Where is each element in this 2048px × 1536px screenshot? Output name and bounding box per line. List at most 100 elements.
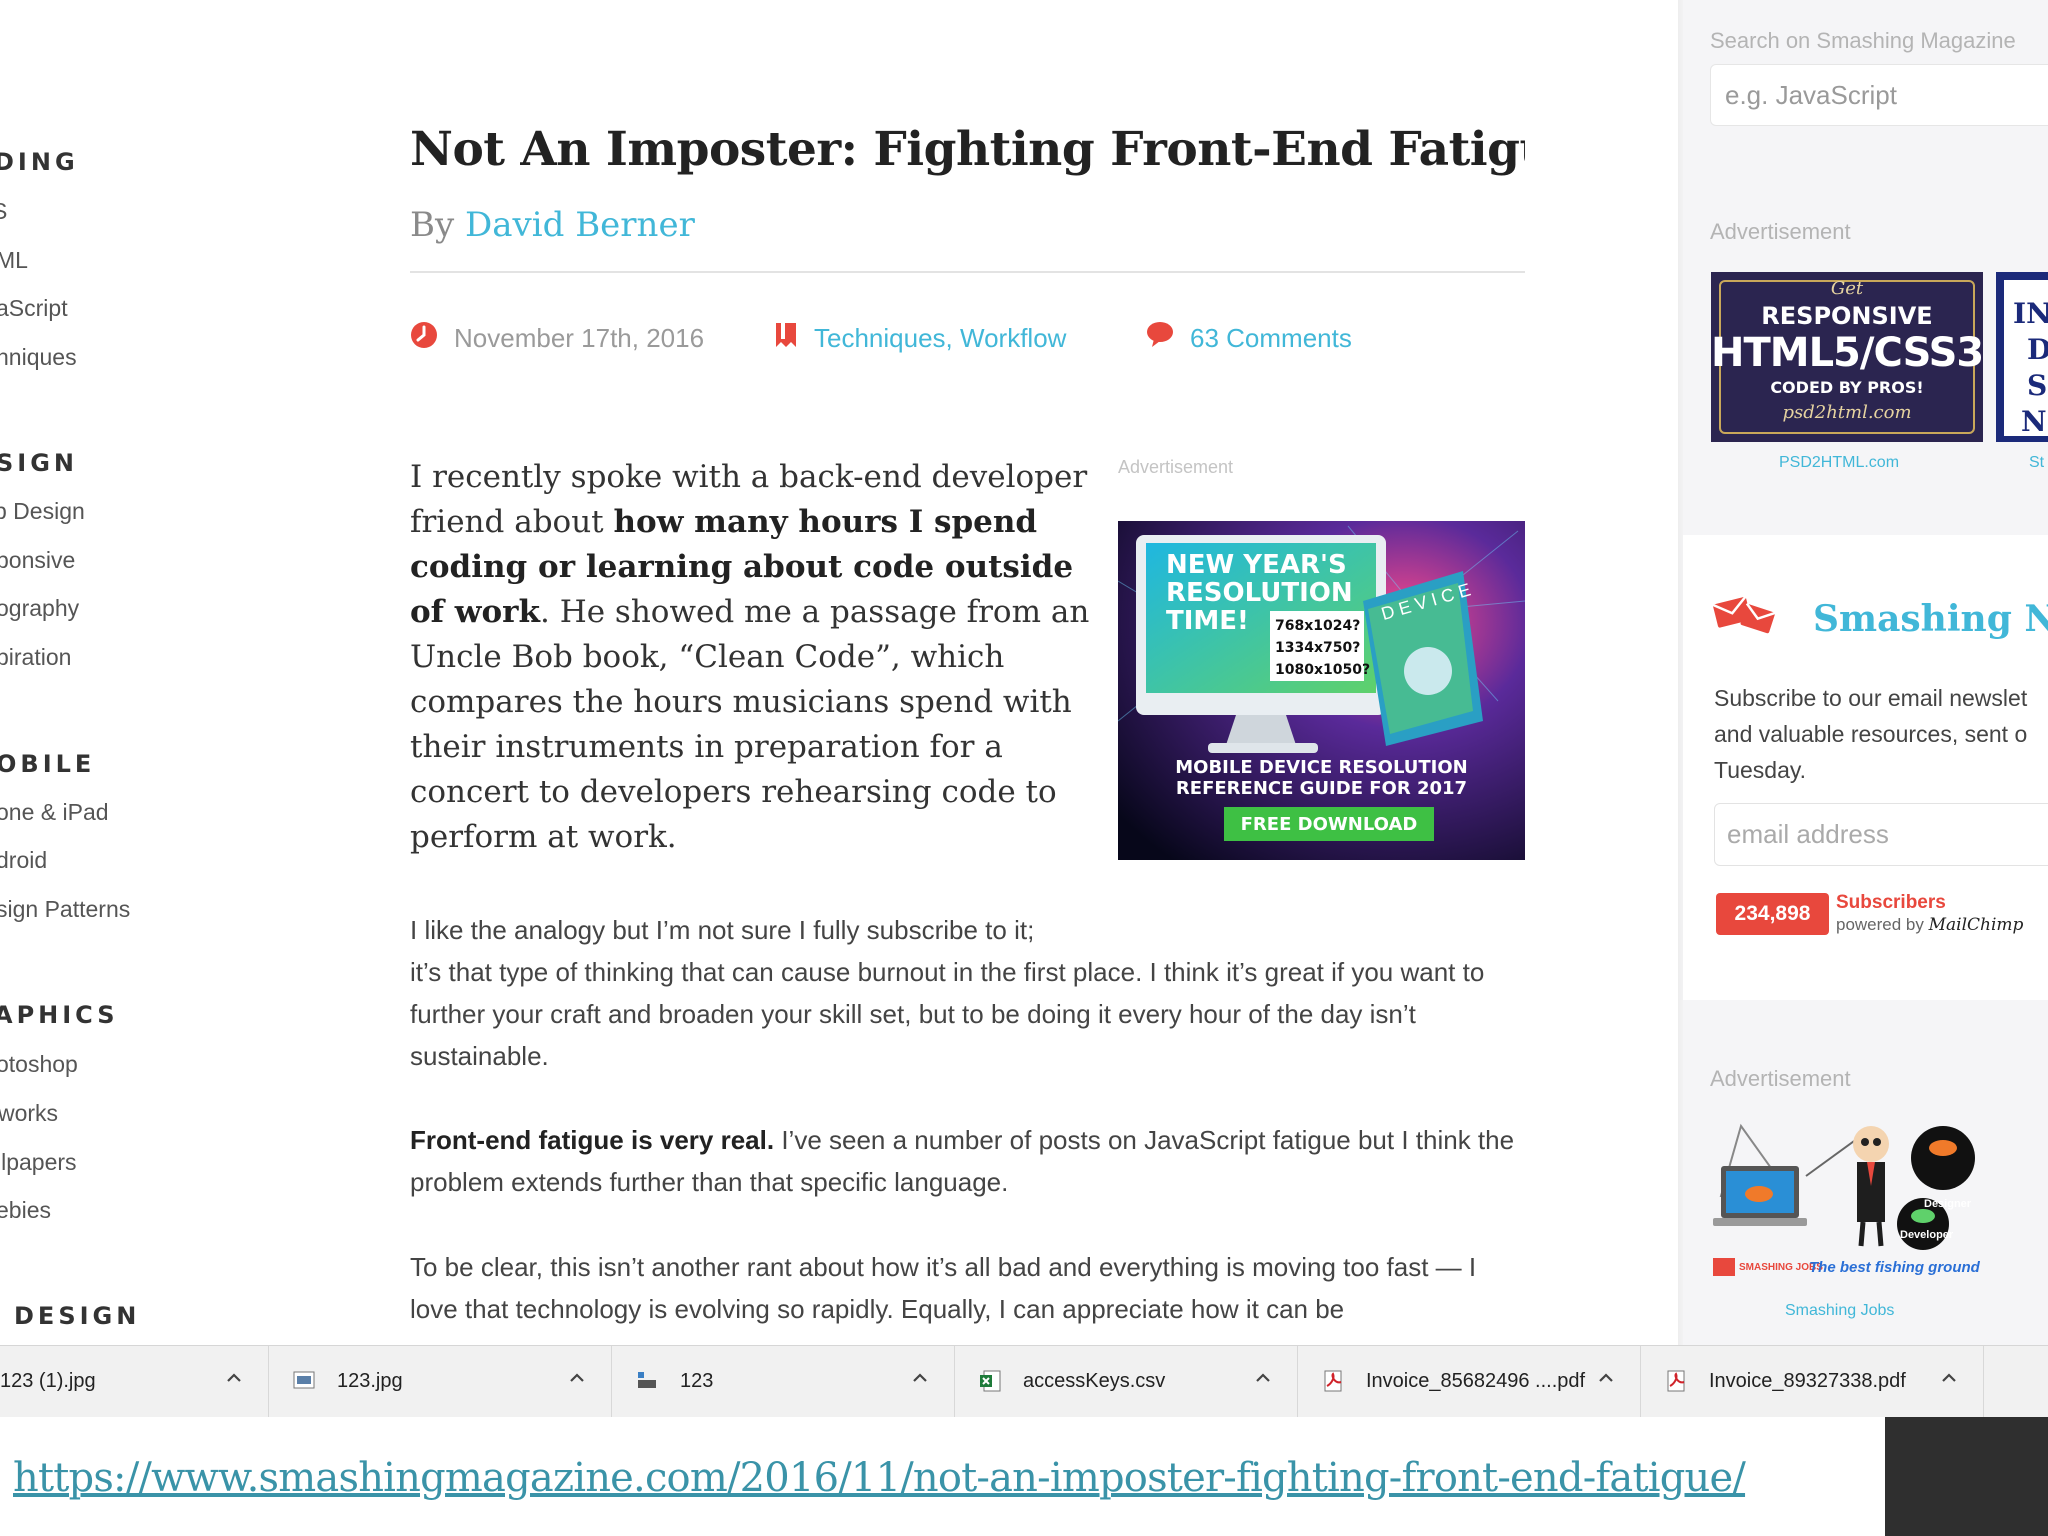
partial-ad-line-4: N: [2021, 405, 2047, 438]
nav-heading-ux-design: DESIGN: [14, 1302, 141, 1330]
download-item[interactable]: Invoice_89327338.pdf: [1641, 1346, 1984, 1418]
nav-item-photoshop[interactable]: otoshop: [0, 1051, 78, 1078]
paragraph-analogy-line-1: I like the analogy but I’m not sure I fu…: [410, 915, 1035, 945]
subscriber-count-badge: 234,898: [1716, 893, 1829, 935]
ad-headline-line-3: TIME!: [1166, 606, 1249, 636]
nav-item-javascript[interactable]: aScript: [0, 295, 68, 322]
downloads-bar: 123 (1).jpg 123.jpg 123 accessKeys.csv I…: [0, 1345, 2048, 1418]
nav-heading-coding: DING: [0, 148, 79, 176]
ad-headline-line-2: RESOLUTION: [1166, 578, 1353, 608]
psd2html-ad-script-top: Get: [1830, 278, 1864, 299]
article-url-link[interactable]: https://www.smashingmagazine.com/2016/11…: [13, 1455, 1746, 1501]
pdf-file-icon: [1322, 1370, 1344, 1397]
psd2html-ad-line-3: CODED BY PROS!: [1770, 378, 1924, 397]
ad-resolution-2: 1334x750?: [1275, 640, 1361, 656]
chevron-up-icon[interactable]: [224, 1368, 244, 1393]
inline-ad-label: Advertisement: [1118, 457, 1234, 477]
sidebar-ad-label-2: Advertisement: [1710, 1066, 1851, 1091]
lead-text-2: . He showed me a passage from an Uncle B…: [410, 594, 1090, 855]
chevron-up-icon[interactable]: [567, 1368, 587, 1393]
lead-paragraph: I recently spoke with a back-end develop…: [410, 455, 1090, 860]
nav-item-wallpapers[interactable]: llpapers: [0, 1149, 77, 1176]
bookmark-icon: [774, 322, 798, 355]
category-link-workflow[interactable]: Workflow: [960, 323, 1066, 354]
nav-item-css[interactable]: S: [0, 198, 7, 225]
category-link-techniques[interactable]: Techniques: [814, 323, 946, 354]
nav-item-fireworks[interactable]: works: [0, 1100, 58, 1127]
excel-file-icon: [979, 1370, 1001, 1397]
partial-ad[interactable]: INI D S N: [1996, 272, 2048, 442]
nav-heading-design: SIGN: [0, 449, 78, 477]
ad-resolutions: 768x1024? 1334x750? 1080x1050?: [1275, 615, 1370, 681]
nav-item-typography[interactable]: ography: [0, 595, 79, 622]
ad-download-button[interactable]: FREE DOWNLOAD: [1224, 814, 1434, 835]
nav-item-freebies[interactable]: ebies: [0, 1197, 51, 1224]
nav-item-web-design[interactable]: b Design: [0, 498, 85, 525]
search-input[interactable]: [1710, 64, 2048, 126]
sidebar-ad-label-1: Advertisement: [1710, 219, 1851, 244]
psd2html-ad[interactable]: Get RESPONSIVE HTML5/CSS3 CODED BY PROS!…: [1711, 272, 1983, 442]
nav-item-html[interactable]: ML: [0, 247, 28, 274]
article-date: November 17th, 2016: [410, 320, 704, 356]
search-label: Search on Smashing Magazine: [1710, 28, 2016, 53]
chevron-up-icon[interactable]: [910, 1368, 930, 1393]
ad-resolution-3: 1080x1050?: [1275, 662, 1371, 678]
jobs-badge-developer: Developer: [1900, 1229, 1954, 1241]
email-field[interactable]: [1714, 803, 2048, 866]
ad-subline: MOBILE DEVICE RESOLUTION REFERENCE GUIDE…: [1118, 757, 1525, 799]
nav-heading-graphics: APHICS: [0, 1001, 119, 1029]
newsletter-title: Smashing Ne: [1813, 598, 2048, 640]
download-item[interactable]: Invoice_85682496 ....pdf: [1298, 1346, 1641, 1418]
comment-bubble-icon: [1146, 321, 1174, 356]
chevron-up-icon[interactable]: [1253, 1368, 1273, 1393]
download-filename: Invoice_89327338.pdf: [1709, 1370, 1906, 1392]
dark-corner-block: [1885, 1417, 2048, 1536]
paragraph-clear: To be clear, this isn’t another rant abo…: [410, 1252, 1477, 1324]
download-item[interactable]: 123: [612, 1346, 955, 1418]
author-link[interactable]: David Berner: [465, 205, 695, 245]
download-filename: 123.jpg: [337, 1370, 403, 1392]
powered-by-text: powered by: [1836, 915, 1924, 934]
byline: By David Berner: [410, 205, 695, 245]
date-text: November 17th, 2016: [454, 322, 705, 353]
category-nav: DING S ML aScript hniques SIGN b Design …: [0, 0, 330, 1345]
download-filename: accessKeys.csv: [1023, 1370, 1166, 1392]
download-item[interactable]: 123 (1).jpg: [0, 1346, 269, 1418]
smashing-jobs-ad[interactable]: Designer Developer SMASHING JOBS The bes…: [1711, 1116, 1983, 1291]
jobs-badge-designer: Designer: [1924, 1198, 1972, 1210]
resolution-guide-ad[interactable]: NEW YEAR'S RESOLUTION TIME! 768x1024? 13…: [1118, 521, 1525, 860]
partial-ad-line-3: S: [2027, 369, 2048, 402]
nav-item-techniques[interactable]: hniques: [0, 344, 77, 371]
nav-item-design-patterns[interactable]: sign Patterns: [0, 896, 130, 923]
ad-subline-2: REFERENCE GUIDE FOR 2017: [1175, 778, 1468, 799]
byline-prefix: By: [410, 205, 455, 245]
comments-link[interactable]: 63 Comments: [1190, 323, 1352, 354]
psd2html-ad-caption[interactable]: PSD2HTML.com: [1779, 454, 1899, 472]
partial-ad-line-2: D: [2027, 333, 2048, 366]
nav-item-iphone-ipad[interactable]: one & iPad: [0, 799, 109, 826]
newsletter-description: Subscribe to our email newslet and valua…: [1714, 685, 2028, 783]
chevron-up-icon[interactable]: [1596, 1368, 1616, 1393]
clock-icon: [410, 321, 438, 356]
partial-ad-caption[interactable]: St: [2029, 454, 2044, 472]
smashing-jobs-caption[interactable]: Smashing Jobs: [1785, 1302, 1894, 1320]
psd2html-ad-line-1: RESPONSIVE: [1761, 302, 1933, 330]
article-title: Not An Imposter: Fighting Front-End Fati…: [410, 122, 1525, 177]
nav-item-responsive[interactable]: ponsive: [0, 547, 75, 574]
jobs-tagline: The best fishing ground: [1809, 1259, 1980, 1276]
download-item[interactable]: 123.jpg: [269, 1346, 612, 1418]
paragraph-analogy-line-2: it’s that type of thinking that can caus…: [410, 957, 1485, 1071]
download-filename: Invoice_85682496 ....pdf: [1366, 1370, 1586, 1392]
chevron-up-icon[interactable]: [1939, 1368, 1959, 1393]
nav-heading-mobile: OBILE: [0, 750, 96, 778]
ad-resolution-1: 768x1024?: [1275, 618, 1361, 634]
ad-headline-line-1: NEW YEAR'S: [1166, 550, 1347, 580]
nav-item-android[interactable]: droid: [0, 847, 47, 874]
nav-item-inspiration[interactable]: piration: [0, 644, 71, 671]
subscribers-label: Subscribers: [1836, 892, 1946, 913]
powered-by: powered by MailChimp: [1836, 915, 2023, 935]
envelope-icon: [1712, 588, 1777, 645]
paragraph-analogy: I like the analogy but I’m not sure I fu…: [410, 909, 1525, 1077]
article-comments[interactable]: 63 Comments: [1146, 320, 1352, 356]
download-item[interactable]: accessKeys.csv: [955, 1346, 1298, 1418]
